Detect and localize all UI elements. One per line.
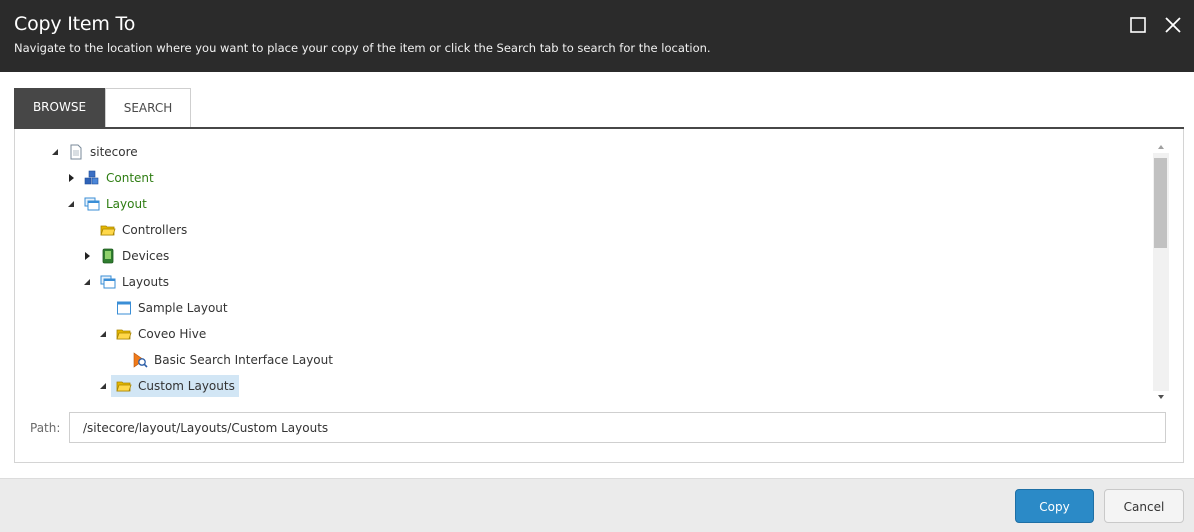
- device-icon: [102, 248, 114, 264]
- tree-item-label: Controllers: [122, 223, 188, 237]
- tree-item-label: Layout: [106, 197, 147, 211]
- maximize-button[interactable]: [1127, 14, 1149, 36]
- expand-arrow-icon[interactable]: [66, 167, 78, 189]
- scrollbar-thumb[interactable]: [1154, 158, 1167, 248]
- dialog-footer: Copy Cancel: [0, 478, 1194, 532]
- tree-item-label: Sample Layout: [138, 301, 228, 315]
- tree-scrollbar[interactable]: [1153, 141, 1169, 403]
- collapse-arrow-icon[interactable]: [66, 193, 78, 215]
- tree-item-label: Coveo Hive: [138, 327, 207, 341]
- collapse-arrow-icon[interactable]: [98, 323, 110, 345]
- copy-button[interactable]: Copy: [1015, 489, 1094, 523]
- close-button[interactable]: [1162, 14, 1184, 36]
- tree-item-label: Custom Layouts: [134, 375, 239, 397]
- tab-search[interactable]: SEARCH: [105, 88, 191, 127]
- path-label: Path:: [30, 421, 61, 435]
- tree-item-label: Basic Search Interface Layout: [154, 353, 333, 367]
- document-icon: [70, 144, 82, 160]
- path-input[interactable]: [69, 412, 1166, 443]
- folder-icon: [100, 225, 116, 236]
- tree-item-label: Devices: [122, 249, 170, 263]
- coveo-search-icon: [133, 352, 148, 368]
- close-icon: [1165, 17, 1181, 33]
- collapse-arrow-icon[interactable]: [82, 271, 94, 293]
- scroll-up-arrow-icon[interactable]: [1153, 141, 1169, 153]
- item-tree[interactable]: sitecore Content Layout Controllers Devi…: [15, 141, 1150, 403]
- folder-icon: [116, 329, 132, 340]
- folder-icon: [116, 381, 132, 392]
- browse-panel: sitecore Content Layout Controllers Devi…: [14, 129, 1184, 463]
- layout-windows-icon: [100, 275, 116, 289]
- layout-window-icon: [117, 301, 131, 315]
- collapse-arrow-icon[interactable]: [50, 141, 62, 163]
- collapse-arrow-icon[interactable]: [98, 375, 110, 397]
- layout-windows-icon: [84, 197, 100, 211]
- scroll-down-arrow-icon[interactable]: [1153, 391, 1169, 403]
- content-cubes-icon: [84, 170, 99, 185]
- dialog-subtitle: Navigate to the location where you want …: [14, 41, 711, 55]
- tree-item-label: Layouts: [122, 275, 170, 289]
- expand-arrow-icon[interactable]: [82, 245, 94, 267]
- tree-item-label: sitecore: [90, 145, 138, 159]
- dialog-title: Copy Item To: [14, 13, 136, 35]
- cancel-button[interactable]: Cancel: [1104, 489, 1184, 523]
- dialog-header: Copy Item To Navigate to the location wh…: [0, 0, 1194, 72]
- tree-item-label: Content: [106, 171, 154, 185]
- maximize-icon: [1130, 17, 1146, 33]
- tab-browse[interactable]: BROWSE: [14, 88, 105, 127]
